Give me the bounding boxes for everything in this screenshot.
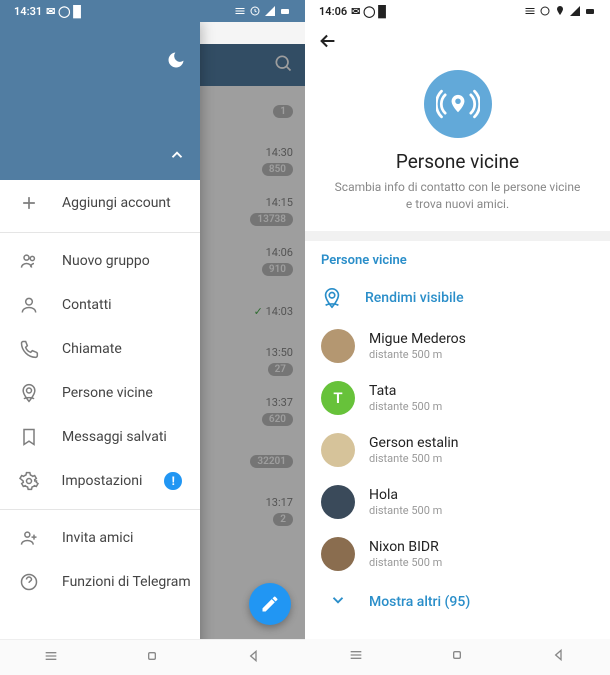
help-icon (18, 571, 40, 593)
accounts-chevron-icon[interactable] (168, 146, 186, 168)
nearby-person[interactable]: Migue Mederosdistante 500 m (305, 320, 610, 372)
show-more-button[interactable]: Mostra altri (95) (305, 580, 610, 624)
page-header (305, 22, 610, 64)
avatar: T (321, 381, 355, 415)
avatar (321, 433, 355, 467)
invite-icon (18, 527, 40, 549)
make-visible-button[interactable]: Rendimi visibile (305, 276, 610, 320)
status-icons-right (524, 5, 596, 17)
person-name: Tata (369, 383, 442, 399)
drawer-label: Invita amici (62, 530, 133, 546)
android-nav (305, 639, 610, 675)
nearby-hero-icon (424, 70, 492, 138)
person-name: Migue Mederos (369, 331, 466, 347)
avatar (321, 329, 355, 363)
chevron-down-icon (329, 591, 347, 613)
plus-icon (18, 192, 40, 214)
nav-drawer: Aggiungi account Nuovo gruppo Contatti (0, 22, 200, 675)
night-mode-icon[interactable] (166, 50, 186, 74)
divider (0, 232, 200, 233)
drawer-item-faq[interactable]: Funzioni di Telegram (0, 560, 200, 604)
person-distance: distante 500 m (369, 400, 442, 413)
android-nav (0, 639, 305, 675)
nearby-person[interactable]: T Tatadistante 500 m (305, 372, 610, 424)
person-distance: distante 500 m (369, 504, 442, 517)
gear-icon (18, 470, 40, 492)
group-icon (18, 250, 40, 272)
nav-home-icon[interactable] (144, 648, 160, 668)
nearby-person[interactable]: Gerson estalindistante 500 m (305, 424, 610, 476)
settings-badge: ! (164, 472, 182, 490)
dim-overlay[interactable] (200, 44, 305, 639)
status-bar: 14:31 ✉ ◯ █ (0, 0, 305, 22)
page-subtitle: Scambia info di contatto con le persone … (333, 179, 582, 213)
status-icons-right (234, 5, 291, 17)
compose-fab[interactable] (249, 583, 291, 625)
show-more-label: Mostra altri (95) (369, 594, 470, 610)
person-name: Hola (369, 487, 442, 503)
status-icons-left: ✉ ◯ █ (46, 5, 81, 18)
person-name: Gerson estalin (369, 435, 459, 451)
drawer-label: Contatti (62, 297, 112, 313)
drawer-item-add-account[interactable]: Aggiungi account (0, 180, 200, 226)
drawer-item-calls[interactable]: Chiamate (0, 327, 200, 371)
avatar (321, 537, 355, 571)
drawer-label: Nuovo gruppo (62, 253, 150, 269)
nearby-person[interactable]: Holadistante 500 m (305, 476, 610, 528)
drawer-label: Messaggi salvati (62, 429, 167, 445)
section-title: Persone vicine (305, 241, 610, 276)
back-icon[interactable] (317, 30, 339, 56)
nav-recents-icon[interactable] (348, 647, 364, 667)
page-title: Persone vicine (396, 150, 519, 173)
drawer-item-contacts[interactable]: Contatti (0, 283, 200, 327)
person-distance: distante 500 m (369, 452, 459, 465)
avatar (321, 485, 355, 519)
nearby-hero: Persone vicine Scambia info di contatto … (305, 64, 610, 231)
contact-icon (18, 294, 40, 316)
phone-right: 14:06 ✉ ◯ █ Persone vicine (305, 0, 610, 675)
drawer-label: Impostazioni (62, 473, 143, 489)
phone-left: 14:31 ✉ ◯ █ Aggiungi a (0, 0, 305, 675)
drawer-label: Aggiungi account (62, 195, 171, 211)
drawer-label: Chiamate (62, 341, 122, 357)
person-name: Nixon BIDR (369, 539, 442, 555)
status-bar: 14:06 ✉ ◯ █ (305, 0, 610, 22)
drawer-item-settings[interactable]: Impostazioni ! (0, 459, 200, 503)
drawer-item-new-group[interactable]: Nuovo gruppo (0, 239, 200, 283)
visibility-icon (321, 287, 343, 309)
nav-home-icon[interactable] (449, 647, 465, 667)
section-gap (305, 231, 610, 241)
drawer-label: Funzioni di Telegram (62, 574, 191, 590)
nav-back-icon[interactable] (551, 647, 567, 667)
nearby-person[interactable]: Nixon BIDRdistante 500 m (305, 528, 610, 580)
make-visible-label: Rendimi visibile (365, 290, 464, 306)
person-distance: distante 500 m (369, 348, 466, 361)
divider (0, 509, 200, 510)
nav-back-icon[interactable] (246, 648, 262, 668)
drawer-item-invite[interactable]: Invita amici (0, 516, 200, 560)
person-distance: distante 500 m (369, 556, 442, 569)
drawer-item-saved[interactable]: Messaggi salvati (0, 415, 200, 459)
nearby-icon (18, 382, 40, 404)
drawer-item-nearby[interactable]: Persone vicine (0, 371, 200, 415)
status-icons-left: ✉ ◯ █ (351, 5, 386, 18)
bookmark-icon (18, 426, 40, 448)
nav-recents-icon[interactable] (43, 648, 59, 668)
status-time: 14:31 (14, 5, 42, 18)
drawer-label: Persone vicine (62, 385, 153, 401)
drawer-header (0, 22, 200, 180)
status-time: 14:06 (319, 5, 347, 18)
phone-icon (18, 338, 40, 360)
